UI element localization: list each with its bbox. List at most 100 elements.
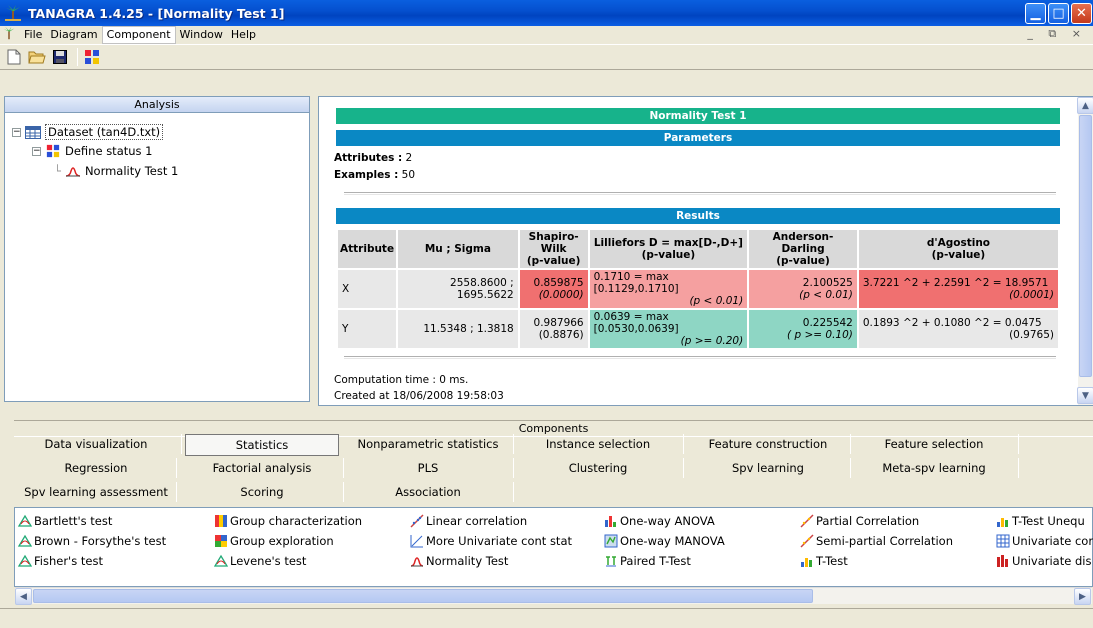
tree-label-dataset: Dataset (tan4D.txt) (45, 124, 164, 140)
menu-file[interactable]: File (20, 26, 46, 44)
scroll-up-button[interactable]: ▲ (1077, 97, 1093, 114)
maximize-button[interactable]: □ (1048, 3, 1069, 24)
tree-node-normality-test[interactable]: └ Normality Test 1 (54, 164, 178, 178)
mdi-controls[interactable]: _ ⧉ × (1027, 27, 1087, 41)
examples-line: Examples : 50 (334, 169, 415, 181)
anderson-value: 2.100525 (802, 277, 853, 289)
scroll-down-button[interactable]: ▼ (1077, 387, 1093, 404)
tab-separator (181, 434, 182, 454)
component-t-test-unequal[interactable]: T-Test Unequ (996, 514, 1085, 528)
dagostino-p: (0.9765) (1009, 329, 1054, 341)
collapse-icon[interactable]: − (32, 146, 41, 156)
vertical-scrollbar[interactable]: ▲ ▼ (1077, 97, 1093, 405)
col-anderson: Anderson-Darling (p-value) (749, 230, 857, 268)
cell-lilliefors: 0.1710 = max [0.1129,0.1710] (p < 0.01) (589, 270, 748, 308)
anderson-value: 0.225542 (802, 317, 853, 329)
tab-spv-learning[interactable]: Spv learning (686, 458, 850, 480)
tab-instance-selection[interactable]: Instance selection (516, 434, 680, 456)
save-disk-icon (53, 50, 67, 64)
menu-diagram[interactable]: Diagram (46, 26, 101, 44)
menu-component[interactable]: Component (101, 26, 176, 44)
component-t-test[interactable]: T-Test (800, 554, 848, 568)
title-bar[interactable]: TANAGRA 1.4.25 - [Normality Test 1] ▁ □ … (0, 0, 1093, 26)
col-lilliefors-name: Lilliefors D = max[D-,D+] (593, 237, 743, 249)
horizontal-scroll-thumb[interactable] (33, 589, 813, 603)
tab-data-visualization[interactable]: Data visualization (14, 434, 178, 456)
created-at: Created at 18/06/2008 19:58:03 (334, 390, 504, 402)
item-label: Group characterization (230, 514, 363, 528)
minimize-button[interactable]: ▁ (1025, 3, 1046, 24)
item-label: Univariate cor (1012, 534, 1093, 548)
examples-value: 50 (401, 169, 416, 181)
new-button[interactable] (4, 47, 24, 67)
component-levenes-test[interactable]: Levene's test (214, 554, 306, 568)
item-label: T-Test (816, 554, 848, 568)
cell-shapiro: 0.859875 (0.0000) (519, 270, 588, 308)
tree-node-define-status[interactable]: − Define status 1 (32, 144, 153, 158)
close-button[interactable]: ✕ (1071, 3, 1092, 24)
component-group-characterization[interactable]: Group characterization (214, 514, 362, 528)
component-paired-t-test[interactable]: Paired T-Test (604, 554, 691, 568)
item-label: Univariate dis (1012, 554, 1092, 568)
table-row: X 2558.8600 ; 1695.5622 0.859875 (0.0000)… (338, 270, 1058, 308)
cell-dagostino: 3.7221 ^2 + 2.2591 ^2 = 18.9571 (0.0001) (858, 270, 1058, 308)
tree-node-dataset[interactable]: − Dataset (tan4D.txt) (12, 124, 164, 140)
component-fishers-test[interactable]: Fisher's test (18, 554, 103, 568)
tab-clustering[interactable]: Clustering (516, 458, 680, 480)
item-label: Paired T-Test (620, 554, 691, 568)
vertical-scroll-thumb[interactable] (1079, 115, 1092, 377)
levene-test-icon (214, 554, 228, 567)
tab-factorial-analysis[interactable]: Factorial analysis (180, 458, 344, 480)
report-title: Normality Test 1 (336, 108, 1060, 124)
partial-correlation-icon (800, 514, 814, 528)
component-bartletts-test[interactable]: Bartlett's test (18, 514, 112, 528)
tab-association[interactable]: Association (346, 482, 510, 504)
component-group-exploration[interactable]: Group exploration (214, 534, 334, 548)
dagostino-value: 3.7221 ^2 + 2.2591 ^2 = 18.9571 (862, 277, 1049, 289)
tanagra-palm-icon (4, 4, 22, 22)
menu-help[interactable]: Help (227, 26, 260, 44)
tab-feature-selection[interactable]: Feature selection (852, 434, 1016, 456)
component-univariate-cont[interactable]: Univariate cor (996, 534, 1093, 548)
tab-separator (850, 458, 851, 478)
component-normality-test[interactable]: Normality Test (410, 554, 508, 568)
collapse-icon[interactable]: − (12, 127, 21, 137)
computation-time: Computation time : 0 ms. (334, 374, 469, 386)
menu-window[interactable]: Window (176, 26, 227, 44)
tab-feature-construction[interactable]: Feature construction (686, 434, 850, 456)
paired-t-test-icon (606, 556, 616, 567)
lilliefors-p: (p >= 0.20) (680, 335, 744, 347)
tanagra-palm-icon (3, 26, 15, 40)
component-brown-forsythe-test[interactable]: Brown - Forsythe's test (18, 534, 166, 548)
menu-app-icon[interactable] (0, 26, 20, 44)
scroll-left-button[interactable]: ◀ (15, 588, 32, 605)
tab-scoring[interactable]: Scoring (180, 482, 344, 504)
tab-statistics[interactable]: Statistics (185, 434, 339, 456)
component-one-way-anova[interactable]: One-way ANOVA (604, 514, 715, 528)
horizontal-scrollbar[interactable]: ◀ ▶ (15, 587, 1092, 605)
cell-attr: Y (338, 310, 397, 348)
tab-regression[interactable]: Regression (14, 458, 178, 480)
define-status-button[interactable] (82, 47, 102, 67)
tanagra-window: TANAGRA 1.4.25 - [Normality Test 1] ▁ □ … (0, 0, 1093, 628)
tab-meta-spv-learning[interactable]: Meta-spv learning (852, 458, 1016, 480)
tab-pls[interactable]: PLS (346, 458, 510, 480)
tree-label-define-status: Define status 1 (65, 144, 153, 158)
tab-spv-learning-assessment[interactable]: Spv learning assessment (14, 482, 178, 504)
minimize-icon: ▁ (1030, 6, 1041, 21)
component-univariate-disc[interactable]: Univariate dis (996, 554, 1091, 568)
open-button[interactable] (27, 47, 47, 67)
col-dagostino-p: (p-value) (931, 249, 986, 261)
component-more-univariate-cont-stat[interactable]: More Univariate cont stat (410, 534, 572, 548)
item-label: Partial Correlation (816, 514, 920, 528)
save-button[interactable] (50, 47, 70, 67)
scroll-right-button[interactable]: ▶ (1074, 588, 1091, 605)
col-shapiro-name: Shapiro-Wilk (528, 231, 579, 255)
tab-nonparametric-statistics[interactable]: Nonparametric statistics (346, 434, 510, 456)
component-semi-partial-correlation[interactable]: Semi-partial Correlation (800, 534, 953, 548)
anderson-p: ( p >= 0.10) (787, 329, 853, 341)
analysis-header: Analysis (4, 96, 310, 113)
component-partial-correlation[interactable]: Partial Correlation (800, 514, 919, 528)
component-linear-correlation[interactable]: Linear correlation (410, 514, 527, 528)
component-one-way-manova[interactable]: One-way MANOVA (604, 534, 725, 548)
